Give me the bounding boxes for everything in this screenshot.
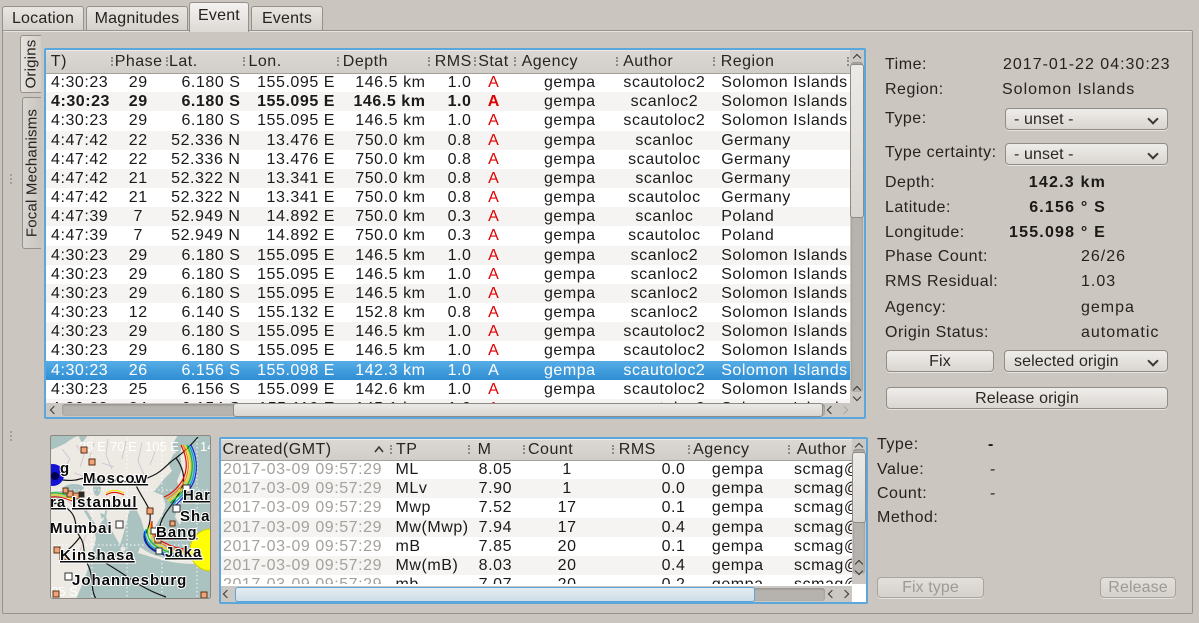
svg-text:Jaka: Jaka	[165, 544, 202, 561]
svg-text:105 E: 105 E	[145, 439, 179, 454]
svg-text:70 E: 70 E	[110, 439, 137, 454]
svg-text:g: g	[60, 460, 70, 477]
svg-text:Shan: Shan	[180, 508, 211, 525]
svg-text:Har: Har	[183, 487, 211, 504]
svg-text:14: 14	[200, 439, 211, 454]
svg-text:Bang: Bang	[156, 524, 198, 541]
svg-text:Kinshasa: Kinshasa	[60, 547, 135, 564]
svg-text:Istanbul: Istanbul	[72, 494, 138, 511]
svg-text:Johannesburg: Johannesburg	[72, 572, 187, 589]
svg-text:Mumbai: Mumbai	[50, 520, 113, 537]
svg-text:Moscow: Moscow	[83, 470, 148, 487]
svg-text:ra: ra	[50, 494, 66, 511]
